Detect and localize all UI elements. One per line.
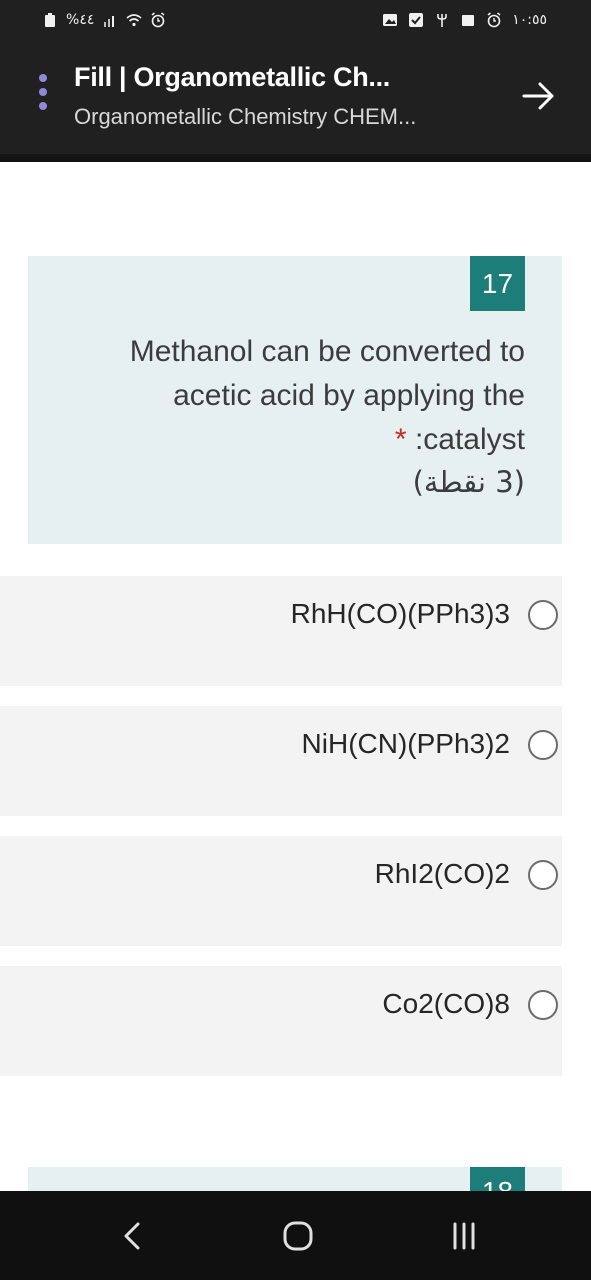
question-line-last: * :catalyst <box>50 418 525 462</box>
square-icon <box>462 15 475 26</box>
status-right: ١٠:٥٥ <box>382 11 547 29</box>
question-line: acetic acid by applying the <box>173 379 525 412</box>
arrow-right-icon[interactable] <box>518 76 560 116</box>
battery-percent: %٤٤ <box>66 12 95 28</box>
fork-icon <box>437 14 448 27</box>
radio-button[interactable] <box>528 600 558 630</box>
alarm-icon <box>151 12 165 28</box>
option-row[interactable]: RhI2(CO)2 <box>0 836 562 946</box>
radio-button[interactable] <box>528 730 558 760</box>
form-subtitle: Organometallic Chemistry CHEM... <box>74 104 417 129</box>
home-icon[interactable] <box>281 1218 315 1254</box>
option-label: RhI2(CO)2 <box>374 858 510 889</box>
status-left: %٤٤ <box>42 11 166 29</box>
required-marker: * <box>394 423 407 456</box>
back-icon[interactable] <box>116 1218 150 1254</box>
next-question-number-badge: 18 <box>470 1167 525 1191</box>
vertical-dots-icon[interactable] <box>36 72 50 116</box>
app-bar <box>0 42 591 154</box>
battery-icon <box>45 13 55 27</box>
alarm-icon <box>487 12 501 28</box>
option-label: NiH(CN)(PPh3)2 <box>301 728 510 759</box>
image-icon <box>383 14 398 26</box>
question-text: Methanol can be converted to acetic acid… <box>50 330 525 462</box>
form-title: Fill | Organometallic Ch... <box>74 62 391 92</box>
option-row[interactable]: NiH(CN)(PPh3)2 <box>0 706 562 816</box>
radio-button[interactable] <box>528 860 558 890</box>
option-label: Co2(CO)8 <box>382 988 510 1019</box>
status-bar: %٤٤ ١٠:٥٥ <box>0 0 591 42</box>
recents-icon[interactable] <box>447 1218 481 1254</box>
app-bar-divider <box>0 154 591 162</box>
question-line: :catalyst <box>414 423 525 456</box>
option-label: RhH(CO)(PPh3)3 <box>290 598 510 629</box>
radio-button[interactable] <box>528 990 558 1020</box>
clock: ١٠:٥٥ <box>512 12 547 28</box>
option-row[interactable]: Co2(CO)8 <box>0 966 562 1076</box>
question-number-badge: 17 <box>470 256 525 311</box>
signal-icon <box>104 16 115 27</box>
checkbox-icon <box>409 13 424 27</box>
question-points: (3 نقطة) <box>412 465 525 499</box>
wifi-icon <box>126 14 142 27</box>
option-row[interactable]: RhH(CO)(PPh3)3 <box>0 576 562 686</box>
question-line: Methanol can be converted to <box>129 335 525 368</box>
